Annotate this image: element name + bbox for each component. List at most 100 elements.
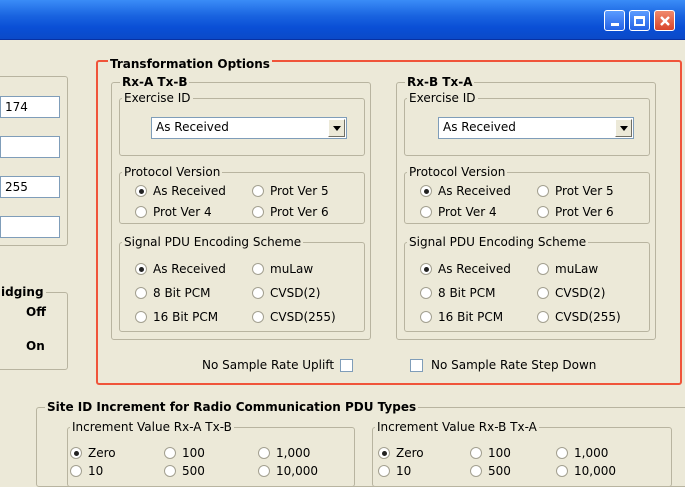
radio-icon <box>556 447 568 459</box>
radio-icon <box>252 287 264 299</box>
rxa-protocol-version-label: Protocol Version <box>122 165 223 179</box>
rxa-encoding-cvsd255-radio[interactable]: CVSD(255) <box>252 309 336 325</box>
rxa-txb-title: Rx-A Tx-B <box>120 75 190 89</box>
left-field-3[interactable]: 255 <box>0 176 60 198</box>
rxa-protocol-as-received-radio[interactable]: As Received <box>135 183 226 199</box>
increment-rxb-10-radio[interactable]: 10 <box>378 463 411 479</box>
rxb-encoding-mulaw-radio[interactable]: muLaw <box>537 261 598 277</box>
radio-selected-icon <box>70 447 82 459</box>
chevron-down-icon <box>619 125 628 131</box>
rxb-protocol-as-received-radio[interactable]: As Received <box>420 183 511 199</box>
bridging-on-label: On <box>26 339 45 353</box>
radio-selected-icon <box>420 185 432 197</box>
rxa-encoding-mulaw-radio[interactable]: muLaw <box>252 261 313 277</box>
increment-rxa-10-radio[interactable]: 10 <box>70 463 103 479</box>
transformation-options-title: Transformation Options <box>108 57 272 71</box>
increment-rxa-1000-radio[interactable]: 1,000 <box>258 445 310 461</box>
rxa-protocol-ver5-radio[interactable]: Prot Ver 5 <box>252 183 329 199</box>
rxb-encoding-opt-label: muLaw <box>555 262 599 276</box>
radio-icon <box>378 465 390 477</box>
bridging-on-radio[interactable]: On <box>0 338 45 354</box>
minimize-button[interactable] <box>604 10 625 31</box>
increment-rxb-500-radio[interactable]: 500 <box>470 463 511 479</box>
title-bar <box>0 0 685 40</box>
rxb-encoding-opt-label: CVSD(2) <box>555 286 606 300</box>
rxa-encoding-opt-label: CVSD(255) <box>270 310 336 324</box>
rxb-encoding-cvsd2-radio[interactable]: CVSD(2) <box>537 285 605 301</box>
rxa-exercise-id-select[interactable]: As Received <box>151 117 347 139</box>
radio-icon <box>537 263 549 275</box>
radio-icon <box>537 311 549 323</box>
radio-icon <box>252 185 264 197</box>
radio-selected-icon <box>378 447 390 459</box>
no-sample-rate-uplift-checkbox[interactable]: No Sample Rate Uplift <box>202 357 354 373</box>
rxa-protocol-opt-label: As Received <box>153 184 226 198</box>
rxa-encoding-opt-label: 16 Bit PCM <box>153 310 219 324</box>
rxb-exercise-id-label: Exercise ID <box>407 91 478 105</box>
rxa-encoding-cvsd2-radio[interactable]: CVSD(2) <box>252 285 320 301</box>
rxb-encoding-opt-label: CVSD(255) <box>555 310 621 324</box>
rxb-protocol-ver5-radio[interactable]: Prot Ver 5 <box>537 183 614 199</box>
radio-icon <box>556 465 568 477</box>
rxb-encoding-as-received-radio[interactable]: As Received <box>420 261 511 277</box>
radio-icon <box>135 287 147 299</box>
radio-selected-icon <box>135 263 147 275</box>
bridging-off-label: Off <box>26 305 46 319</box>
rxb-encoding-opt-label: 8 Bit PCM <box>438 286 496 300</box>
rxa-protocol-ver6-radio[interactable]: Prot Ver 6 <box>252 204 329 220</box>
left-field-1[interactable]: 174 <box>0 96 60 118</box>
rxa-encoding-as-received-radio[interactable]: As Received <box>135 261 226 277</box>
rxb-protocol-opt-label: As Received <box>438 184 511 198</box>
maximize-button[interactable] <box>629 10 650 31</box>
rxa-protocol-opt-label: Prot Ver 5 <box>270 184 329 198</box>
left-field-4[interactable] <box>0 216 60 238</box>
rxa-protocol-ver4-radio[interactable]: Prot Ver 4 <box>135 204 212 220</box>
rxb-encoding-opt-label: 16 Bit PCM <box>438 310 504 324</box>
rxa-encoding-opt-label: As Received <box>153 262 226 276</box>
increment-rxa-zero-radio[interactable]: Zero <box>70 445 116 461</box>
left-field-2[interactable] <box>0 136 60 158</box>
increment-rxa-label: Increment Value Rx-A Tx-B <box>70 420 234 434</box>
increment-rxa-10000-radio[interactable]: 10,000 <box>258 463 318 479</box>
radio-icon <box>537 206 549 218</box>
rxa-encoding-opt-label: 8 Bit PCM <box>153 286 211 300</box>
rxb-exercise-id-dropdown-button[interactable] <box>615 119 632 137</box>
increment-opt-label: 10 <box>396 464 412 478</box>
maximize-icon <box>634 15 645 26</box>
rxa-encoding-16bit-radio[interactable]: 16 Bit PCM <box>135 309 218 325</box>
rxa-exercise-id-value: As Received <box>156 120 229 134</box>
close-button[interactable] <box>654 10 675 31</box>
rxb-protocol-ver4-radio[interactable]: Prot Ver 4 <box>420 204 497 220</box>
radio-icon <box>135 206 147 218</box>
rxb-encoding-8bit-radio[interactable]: 8 Bit PCM <box>420 285 496 301</box>
radio-icon <box>258 465 270 477</box>
bridging-off-radio[interactable]: Off <box>0 304 46 320</box>
rxb-encoding-cvsd255-radio[interactable]: CVSD(255) <box>537 309 621 325</box>
bridging-label: idging <box>0 285 46 299</box>
rxb-encoding-16bit-radio[interactable]: 16 Bit PCM <box>420 309 503 325</box>
increment-opt-label: 10 <box>88 464 104 478</box>
increment-rxa-500-radio[interactable]: 500 <box>164 463 205 479</box>
rxa-encoding-8bit-radio[interactable]: 8 Bit PCM <box>135 285 211 301</box>
site-id-increment-title: Site ID Increment for Radio Communicatio… <box>45 400 419 414</box>
minimize-icon <box>610 23 619 26</box>
increment-opt-label: 500 <box>182 464 205 478</box>
increment-opt-label: 1,000 <box>574 446 609 460</box>
rxb-encoding-label: Signal PDU Encoding Scheme <box>407 235 589 249</box>
radio-icon <box>164 465 176 477</box>
radio-icon <box>252 311 264 323</box>
rxb-protocol-ver6-radio[interactable]: Prot Ver 6 <box>537 204 614 220</box>
increment-rxb-100-radio[interactable]: 100 <box>470 445 511 461</box>
increment-rxb-10000-radio[interactable]: 10,000 <box>556 463 616 479</box>
chevron-down-icon <box>332 125 341 131</box>
rxa-protocol-opt-label: Prot Ver 4 <box>153 205 212 219</box>
increment-rxa-100-radio[interactable]: 100 <box>164 445 205 461</box>
increment-rxb-1000-radio[interactable]: 1,000 <box>556 445 608 461</box>
radio-icon <box>164 447 176 459</box>
increment-opt-label: 10,000 <box>276 464 318 478</box>
rxb-exercise-id-select[interactable]: As Received <box>438 117 634 139</box>
rxa-exercise-id-dropdown-button[interactable] <box>328 119 345 137</box>
no-sample-rate-step-down-checkbox[interactable]: No Sample Rate Step Down <box>410 357 596 373</box>
increment-rxb-zero-radio[interactable]: Zero <box>378 445 424 461</box>
radio-icon <box>70 465 82 477</box>
